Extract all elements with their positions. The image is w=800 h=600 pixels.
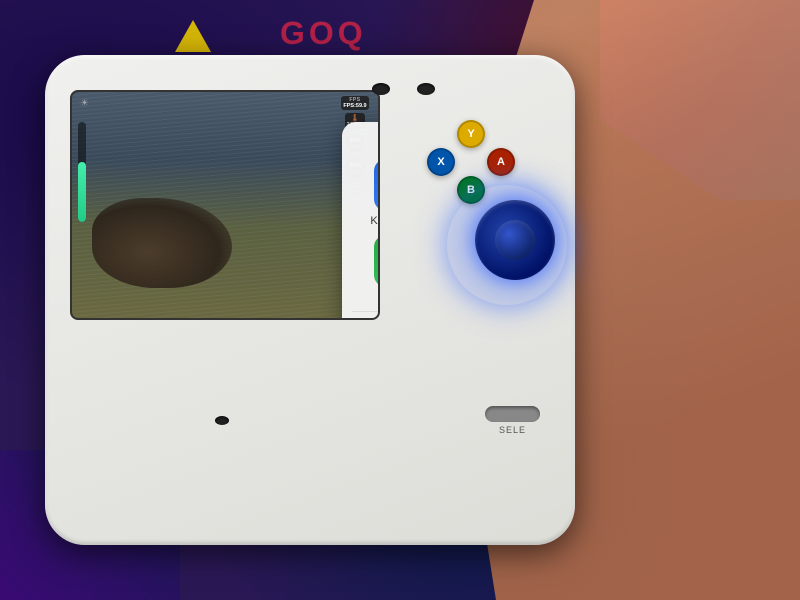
menu-grid-middle: ⚙️ Screen map 🔇 No alerts ⏱ Speed up: [352, 316, 380, 320]
brightness-bar-fill: [78, 162, 86, 222]
triangle-decoration: [175, 20, 211, 52]
y-button[interactable]: Y: [457, 120, 485, 148]
thermometer-icon: 🌡: [347, 114, 364, 122]
brightness-icon: ☀: [80, 98, 89, 109]
a-button[interactable]: A: [487, 148, 515, 176]
goq-logo: GOQ: [279, 16, 367, 52]
select-button[interactable]: [485, 406, 540, 422]
x-button[interactable]: X: [427, 148, 455, 176]
ppsspp-popup-menu: PPSSPP 🎮 Key adapter 📋 Guide: [342, 122, 380, 320]
small-button-right[interactable]: [417, 83, 435, 95]
select-button-area: SELE: [485, 406, 540, 435]
fps-value: FPS:59.9: [343, 103, 366, 109]
key-adapter-icon-box: 🎮: [374, 159, 380, 211]
analog-stick-right[interactable]: [475, 200, 555, 280]
small-button-left[interactable]: [372, 83, 390, 95]
analog-stick-cap: [495, 220, 535, 260]
menu-item-key-adapter[interactable]: 🎮 Key adapter: [352, 159, 380, 227]
menu-grid-top: 🎮 Key adapter 📋 Guide 🕹 Key test: [352, 159, 380, 303]
popup-title: PPSSPP: [352, 134, 380, 149]
screen-map-icon: ⚙️: [361, 316, 380, 320]
menu-divider: [352, 311, 380, 312]
bottom-button[interactable]: [215, 416, 229, 425]
select-label: SELE: [499, 425, 526, 435]
menu-item-key-test[interactable]: 🕹 Key test: [352, 235, 380, 303]
brightness-bar: [78, 122, 86, 222]
game-background: [72, 92, 378, 318]
menu-item-screen-map[interactable]: ⚙️ Screen map: [352, 316, 380, 320]
key-test-icon-box: 🕹: [374, 235, 380, 287]
device-screen: ☀ FPS FPS:59.9 🌡 27.0°C 29% CPU 40% MEM …: [70, 90, 380, 320]
handheld-device: ☀ FPS FPS:59.9 🌡 27.0°C 29% CPU 40% MEM …: [45, 55, 575, 545]
fps-badge: FPS FPS:59.9: [341, 96, 368, 110]
key-adapter-label: Key adapter: [370, 215, 380, 227]
